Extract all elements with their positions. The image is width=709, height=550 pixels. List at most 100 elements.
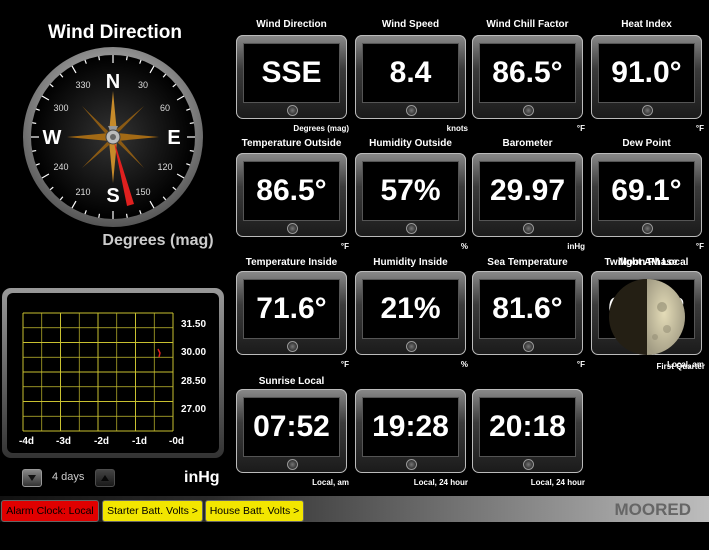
x-tick-1d: -1d xyxy=(132,436,147,447)
graph-range-up-button[interactable] xyxy=(95,469,115,487)
tile-value: 20:18 xyxy=(479,397,576,457)
tile-title: Barometer xyxy=(502,138,553,149)
x-tick-0d: -0d xyxy=(169,436,184,447)
readout-tile[interactable]: 81.6° xyxy=(472,271,583,355)
compass-tick xyxy=(189,122,194,125)
tile-title: Dew Point xyxy=(622,138,671,149)
tile-unit: °F xyxy=(340,242,349,251)
tile-unit: Local, 24 hour xyxy=(413,478,468,487)
y-tick-3150: 31.50 xyxy=(181,319,207,330)
tile-value: 86.5° xyxy=(479,43,576,103)
moon-phase-label: First Quarter xyxy=(656,362,705,371)
tile-value: 57% xyxy=(362,161,459,221)
tile-value: 71.6° xyxy=(243,279,340,339)
tile-value: 81.6° xyxy=(479,279,576,339)
tile-title: Temperature Outside xyxy=(241,138,342,149)
readout-tile[interactable]: 71.6° xyxy=(236,271,347,355)
readout-tile[interactable]: 07:52 xyxy=(236,389,347,473)
y-tick-2850: 28.50 xyxy=(181,376,207,387)
deg-240: 240 xyxy=(53,162,68,172)
pressure-trace xyxy=(157,348,161,358)
readout-tile[interactable]: SSE xyxy=(236,35,347,119)
graph-range-label: 4 days xyxy=(52,471,85,483)
tile-title: Humidity Inside xyxy=(373,257,448,268)
knob-icon xyxy=(405,223,417,234)
deg-210: 210 xyxy=(75,187,90,197)
compass-tick xyxy=(32,122,37,125)
readout-tile[interactable]: 57% xyxy=(355,153,466,237)
knob-icon xyxy=(522,341,534,352)
tile-value: 91.0° xyxy=(598,43,695,103)
alarm-clock-button[interactable]: Alarm Clock: Local xyxy=(1,500,99,522)
readout-tile[interactable]: 19:28 xyxy=(355,389,466,473)
compass-tick xyxy=(98,213,101,218)
readout-tile[interactable]: 20:18 xyxy=(472,389,583,473)
knob-icon xyxy=(286,223,298,234)
tile-unit: °F xyxy=(340,360,349,369)
readout-tile[interactable]: 21% xyxy=(355,271,466,355)
compass-title: Wind Direction xyxy=(48,22,182,43)
moon-title: Moon Phase xyxy=(618,257,678,268)
tile-unit: % xyxy=(460,242,468,251)
readout-tile[interactable]: 29.97 xyxy=(472,153,583,237)
readout-tile[interactable]: 86.5° xyxy=(236,153,347,237)
tile-unit: °F xyxy=(695,242,704,251)
compass-tick xyxy=(32,149,37,152)
compass-w: W xyxy=(43,127,62,149)
triangle-up-icon xyxy=(101,475,109,481)
knob-icon xyxy=(641,223,653,234)
knob-icon xyxy=(286,341,298,352)
readout-tile[interactable]: 86.5° xyxy=(472,35,583,119)
tile-value: 29.97 xyxy=(479,161,576,221)
tile-unit: knots xyxy=(446,124,468,133)
tile-title: Wind Chill Factor xyxy=(486,19,569,30)
tile-value: 07:52 xyxy=(243,397,340,457)
mooring-status: MOORED xyxy=(614,500,692,519)
deg-60: 60 xyxy=(160,103,170,113)
deg-300: 300 xyxy=(53,103,68,113)
tile-unit: °F xyxy=(576,124,585,133)
tile-title: Wind Direction xyxy=(256,19,327,30)
knob-icon xyxy=(405,105,417,116)
tile-value: 8.4 xyxy=(362,43,459,103)
deg-30: 30 xyxy=(138,80,148,90)
tile-unit: Degrees (mag) xyxy=(293,124,349,133)
tile-value: 69.1° xyxy=(598,161,695,221)
tile-unit: % xyxy=(460,360,468,369)
wind-compass: N E S W 30 60 120 150 210 240 300 330 xyxy=(23,47,203,227)
house-battery-button[interactable]: House Batt. Volts > xyxy=(205,500,304,522)
compass-tick xyxy=(189,149,194,152)
knob-icon xyxy=(286,459,298,470)
x-tick-3d: -3d xyxy=(56,436,71,447)
graph-grid xyxy=(22,312,174,432)
knob-icon xyxy=(522,105,534,116)
triangle-down-icon xyxy=(28,475,36,481)
graph-range-down-button[interactable] xyxy=(22,469,42,487)
tile-value: 19:28 xyxy=(362,397,459,457)
compass-tick xyxy=(125,213,128,218)
barometer-graph: 31.50 30.00 28.50 27.00 -4d -3d -2d -1d … xyxy=(2,288,224,458)
tile-title: Temperature Inside xyxy=(245,257,338,268)
tile-value: 21% xyxy=(362,279,459,339)
tile-title: Humidity Outside xyxy=(369,138,452,149)
knob-icon xyxy=(522,223,534,234)
graph-unit-label: inHg xyxy=(184,469,220,486)
deg-150: 150 xyxy=(135,187,150,197)
compass-tick xyxy=(125,56,128,61)
tile-title: Wind Speed xyxy=(381,19,440,30)
compass-n: N xyxy=(106,71,120,93)
knob-icon xyxy=(405,341,417,352)
tile-title: Sea Temperature xyxy=(487,257,568,268)
knob-icon xyxy=(286,105,298,116)
tile-value: SSE xyxy=(243,43,340,103)
readout-tile[interactable]: 91.0° xyxy=(591,35,702,119)
y-tick-2700: 27.00 xyxy=(181,404,207,415)
readout-tile[interactable]: 8.4 xyxy=(355,35,466,119)
deg-330: 330 xyxy=(75,80,90,90)
readout-tile[interactable]: 69.1° xyxy=(591,153,702,237)
starter-battery-button[interactable]: Starter Batt. Volts > xyxy=(102,500,203,522)
tile-unit: Local, 24 hour xyxy=(530,478,585,487)
compass-subtitle: Degrees (mag) xyxy=(102,232,214,249)
tile-unit: °F xyxy=(576,360,585,369)
tile-value: 86.5° xyxy=(243,161,340,221)
